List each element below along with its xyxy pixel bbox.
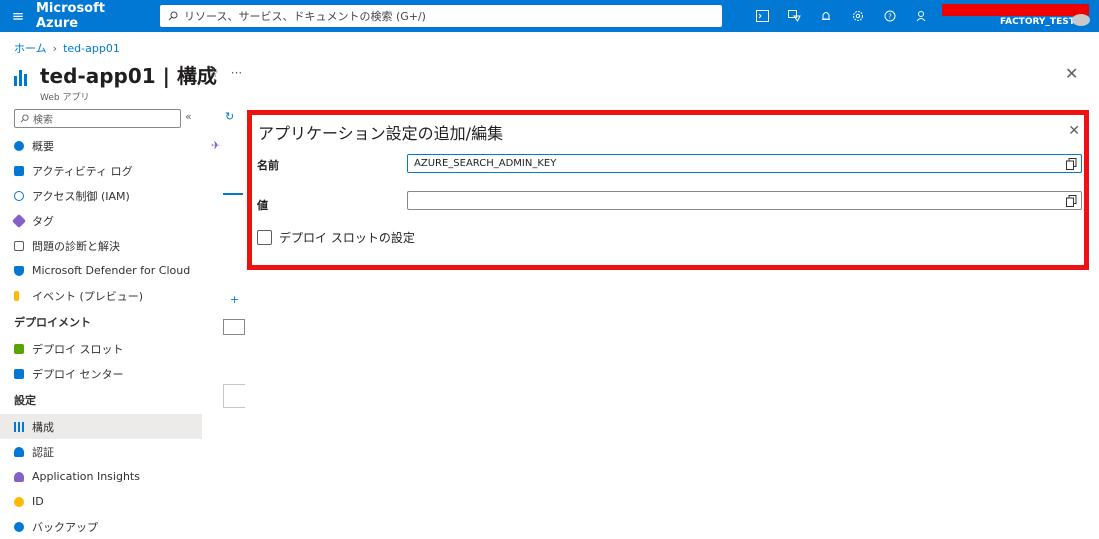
copy-icon[interactable]: [1066, 158, 1077, 170]
page-subtitle: Web アプリ: [40, 93, 90, 103]
deploy-slot-label: デプロイ スロットの設定: [279, 231, 415, 245]
menu-icon[interactable]: ≡: [0, 7, 36, 25]
config-icon: [14, 66, 32, 86]
close-icon[interactable]: ✕: [1068, 123, 1080, 139]
sidebar-item-identity[interactable]: ID: [0, 489, 202, 514]
config-icon: [14, 421, 24, 432]
chevron-right-icon: ›: [52, 42, 58, 55]
background-blade: ↻ ✈ +: [205, 107, 245, 530]
sidebar-item-label: Microsoft Defender for Cloud: [32, 264, 191, 277]
more-icon[interactable]: ···: [231, 66, 242, 80]
page-title: ted-app01 | 構成: [40, 64, 217, 88]
sidebar-item-activity-log[interactable]: アクティビティ ログ: [0, 158, 202, 183]
bulb-icon: [14, 471, 24, 482]
value-label: 値: [257, 199, 268, 212]
sidebar-item-deploy-slots[interactable]: デプロイ スロット: [0, 336, 202, 361]
add-icon: +: [230, 293, 240, 306]
cloud-shell-icon[interactable]: [752, 6, 772, 26]
close-icon[interactable]: ✕: [1065, 64, 1078, 83]
sidebar-item-auth[interactable]: 認証: [0, 439, 202, 464]
search-icon: [20, 114, 29, 123]
sidebar-item-label: 概要: [32, 139, 54, 153]
sidebar-item-label: デプロイ センター: [32, 367, 124, 381]
people-icon: [14, 190, 24, 201]
name-field[interactable]: AZURE_SEARCH_ADMIN_KEY: [407, 154, 1082, 173]
title-actions: ☆ ···: [208, 66, 254, 80]
cube-icon: [14, 368, 24, 379]
avatar[interactable]: [1072, 14, 1090, 26]
global-search-placeholder: リソース、サービス、ドキュメントの検索 (G+/): [184, 10, 426, 23]
sidebar-section-deploy: デプロイメント: [14, 316, 91, 329]
sidebar-item-deploy-center[interactable]: デプロイ センター: [0, 361, 202, 386]
bell-icon[interactable]: [816, 6, 836, 26]
breadcrumb-home[interactable]: ホーム: [14, 42, 47, 55]
global-search-input[interactable]: リソース、サービス、ドキュメントの検索 (G+/): [160, 5, 722, 27]
redaction-bar: [942, 4, 1089, 16]
sidebar: 概要 アクティビティ ログ アクセス制御 (IAM) タグ 問題の診断と解決 M…: [0, 133, 202, 539]
name-label: 名前: [257, 159, 279, 172]
sidebar-search-placeholder: 検索: [33, 115, 53, 126]
slots-icon: [14, 343, 24, 354]
copy-icon[interactable]: [1066, 195, 1077, 207]
help-icon[interactable]: ?: [880, 6, 900, 26]
svg-text:?: ?: [888, 13, 892, 21]
brand-name[interactable]: Microsoft Azure: [36, 1, 148, 31]
sidebar-item-label: アクティビティ ログ: [32, 164, 133, 178]
wrench-icon: [14, 240, 24, 251]
refresh-icon: ↻: [225, 110, 235, 123]
tenant-name[interactable]: FACTORY_TEST: [1000, 17, 1075, 27]
page-header: ted-app01 | 構成 Web アプリ: [14, 60, 217, 103]
sidebar-item-events[interactable]: イベント (プレビュー): [0, 283, 202, 308]
sidebar-item-label: アクセス制御 (IAM): [32, 189, 130, 203]
name-field-value: AZURE_SEARCH_ADMIN_KEY: [414, 158, 557, 169]
sidebar-section-settings: 設定: [14, 394, 36, 407]
directory-filter-icon[interactable]: [784, 6, 804, 26]
sidebar-item-label: イベント (プレビュー): [32, 289, 144, 303]
sidebar-item-label: 問題の診断と解決: [32, 239, 120, 253]
log-icon: [14, 165, 24, 176]
sidebar-search-input[interactable]: 検索: [14, 109, 181, 128]
app-setting-dialog: アプリケーション設定の追加/編集 ✕ 名前 AZURE_SEARCH_ADMIN…: [247, 110, 1089, 270]
tab-underline: [223, 193, 243, 195]
breadcrumb-current[interactable]: ted-app01: [63, 42, 120, 55]
sidebar-item-label: Application Insights: [32, 470, 140, 483]
value-field[interactable]: [407, 191, 1082, 210]
sidebar-item-overview[interactable]: 概要: [0, 133, 202, 158]
globe-icon: [14, 140, 24, 151]
deploy-slot-setting: デプロイ スロットの設定: [257, 229, 415, 246]
sidebar-item-app-insights[interactable]: Application Insights: [0, 464, 202, 489]
sidebar-item-tags[interactable]: タグ: [0, 208, 202, 233]
feedback-icon[interactable]: [912, 6, 932, 26]
sidebar-item-diagnose[interactable]: 問題の診断と解決: [0, 233, 202, 258]
person-icon: [14, 446, 24, 457]
sidebar-item-defender[interactable]: Microsoft Defender for Cloud: [0, 258, 202, 283]
rocket-icon: ✈: [211, 139, 221, 152]
sidebar-item-label: デプロイ スロット: [32, 342, 124, 356]
breadcrumb: ホーム › ted-app01: [14, 40, 120, 56]
sidebar-item-label: 認証: [32, 445, 54, 459]
sidebar-item-label: ID: [32, 495, 44, 508]
table-edge: [223, 384, 245, 408]
gear-icon[interactable]: [848, 6, 868, 26]
sidebar-item-configuration[interactable]: 構成: [0, 414, 202, 439]
sidebar-item-label: タグ: [32, 214, 54, 228]
shield-icon: [14, 265, 24, 276]
deploy-slot-checkbox[interactable]: [257, 230, 272, 245]
sidebar-item-label: バックアップ: [32, 520, 98, 534]
top-icons: ?: [752, 6, 932, 26]
sidebar-item-backup[interactable]: バックアップ: [0, 514, 202, 539]
tag-icon: [11, 213, 27, 228]
star-icon[interactable]: ☆: [208, 66, 219, 80]
backup-icon: [14, 521, 24, 532]
dialog-title: アプリケーション設定の追加/編集: [258, 124, 504, 143]
search-icon: [168, 11, 178, 21]
lightning-icon: [14, 290, 19, 301]
key-icon: [14, 496, 24, 507]
filter-box: [223, 319, 245, 335]
sidebar-item-iam[interactable]: アクセス制御 (IAM): [0, 183, 202, 208]
sidebar-item-label: 構成: [32, 420, 54, 434]
collapse-sidebar-icon[interactable]: «: [185, 110, 192, 123]
